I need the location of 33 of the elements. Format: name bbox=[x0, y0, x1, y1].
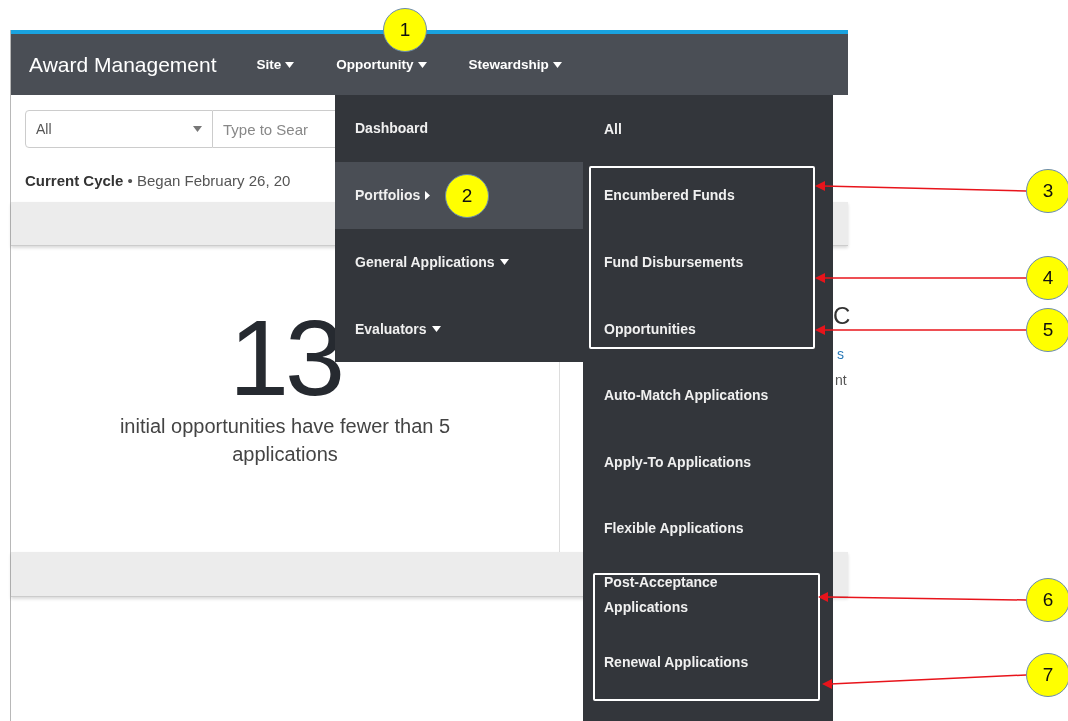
text-fragment: nt bbox=[835, 372, 847, 388]
submenu-item[interactable]: Encumbered Funds bbox=[583, 162, 833, 230]
callout-number: 4 bbox=[1026, 256, 1068, 300]
submenu-item[interactable]: Apply-To Applications bbox=[583, 428, 833, 496]
cycle-info: Current Cycle • Began February 26, 20 bbox=[25, 172, 291, 189]
callout-number: 7 bbox=[1026, 653, 1068, 697]
submenu-item[interactable]: Auto-Match Applications bbox=[583, 362, 833, 429]
nav-menu[interactable]: Site bbox=[256, 57, 295, 72]
caret-icon bbox=[431, 325, 441, 332]
callout-number: 6 bbox=[1026, 578, 1068, 622]
stat-caption: initial opportunities have fewer than 5 applications bbox=[118, 414, 452, 467]
menu-item[interactable]: General Applications bbox=[335, 228, 583, 296]
submenu-item[interactable]: Renewal Applications bbox=[583, 628, 833, 696]
submenu-item[interactable]: Opportunities bbox=[583, 295, 833, 363]
nav-menu[interactable]: Stewardship bbox=[468, 57, 562, 72]
caret-icon bbox=[499, 258, 509, 265]
scope-select[interactable]: All bbox=[25, 110, 213, 148]
submenu-item[interactable]: All bbox=[583, 96, 833, 163]
caret-icon bbox=[552, 61, 562, 68]
submenu-item[interactable]: Flexible Applications bbox=[583, 495, 833, 563]
heading-fragment: C bbox=[833, 302, 851, 330]
caret-icon bbox=[425, 190, 431, 200]
link-fragment: s bbox=[837, 346, 844, 362]
caret-icon bbox=[417, 61, 427, 68]
callout-number: 3 bbox=[1026, 169, 1068, 213]
nav-menu[interactable]: Opportunity bbox=[336, 57, 427, 72]
callout-number: 5 bbox=[1026, 308, 1068, 352]
callout-number: 1 bbox=[383, 8, 427, 52]
caret-icon bbox=[285, 61, 295, 68]
submenu-item[interactable]: Fund Disbursements bbox=[583, 229, 833, 296]
submenu-item[interactable]: Post-Acceptance Applications bbox=[583, 562, 833, 629]
caret-icon bbox=[193, 126, 202, 132]
app-title: Award Management bbox=[29, 52, 217, 77]
